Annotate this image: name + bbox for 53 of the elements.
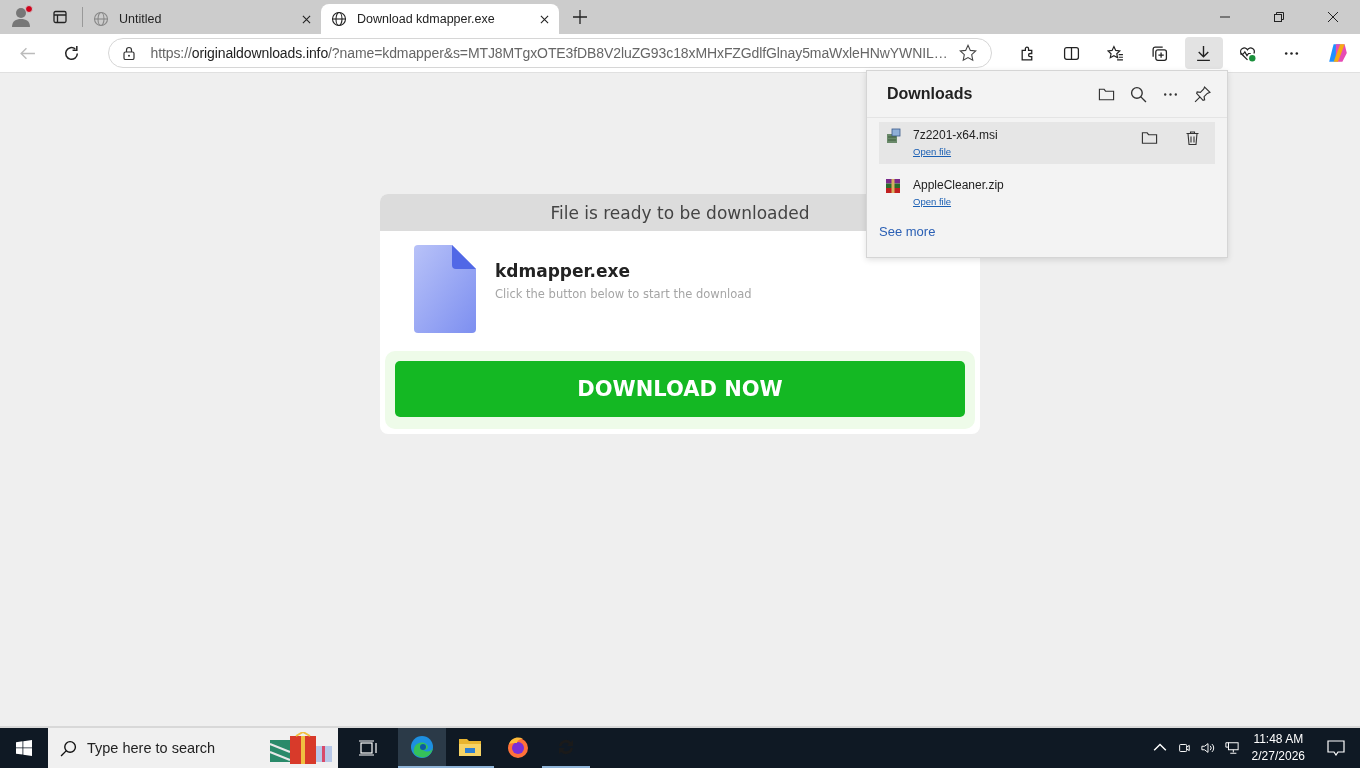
taskbar-app-button[interactable] (398, 728, 446, 768)
downloads-button[interactable] (1184, 37, 1223, 69)
file-name: AppleCleaner.zip (913, 178, 1005, 192)
split-screen-icon[interactable] (1063, 44, 1080, 62)
browser-tab[interactable]: Download kdmapper.exe (321, 4, 559, 34)
tab-title: Download kdmapper.exe (357, 12, 496, 26)
panel-title: Downloads (887, 85, 974, 103)
browser-logo-icon (410, 735, 434, 759)
favorites-icon[interactable] (1107, 44, 1124, 62)
refresh-icon[interactable] (63, 44, 80, 62)
network-icon[interactable] (1224, 741, 1239, 755)
task-view-icon[interactable] (358, 740, 378, 756)
camera-icon[interactable] (1176, 741, 1191, 755)
url-text: https://originaldownloads.info/?name=kdmapper&s=MTJ8MTgxOTE3fDB8V2luZG93c18xMHxFZGdlfGlnay5maWxleHNwYWNIL… (150, 45, 949, 61)
archive-icon (885, 178, 901, 194)
star-icon[interactable] (958, 44, 977, 62)
taskbar-search-field[interactable]: Type here to search (48, 728, 338, 768)
tab-actions-icon[interactable] (52, 9, 68, 25)
globe-icon (331, 11, 347, 27)
notifications-icon[interactable] (1327, 740, 1345, 756)
close-icon[interactable] (540, 14, 549, 24)
search-icon[interactable] (1130, 85, 1147, 103)
profile-icon[interactable] (10, 5, 34, 29)
close-icon[interactable] (302, 14, 311, 24)
pin-icon[interactable] (1194, 85, 1211, 103)
trash-icon[interactable] (1184, 130, 1201, 146)
installer-icon (885, 128, 901, 144)
windows-start-icon[interactable] (16, 740, 32, 756)
lock-icon (122, 46, 135, 60)
open-file-link[interactable]: Open file (913, 146, 952, 157)
open-file-link[interactable]: Open file (913, 196, 952, 207)
speaker-icon[interactable] (1200, 741, 1215, 755)
document-icon (414, 245, 476, 333)
globe-icon (93, 11, 109, 27)
heart-pulse-icon[interactable] (1239, 44, 1256, 62)
close-window-icon[interactable] (1328, 12, 1338, 22)
hint-text: Click the button below to start the download (495, 287, 752, 301)
collections-icon[interactable] (1151, 44, 1168, 62)
download-icon (1195, 44, 1212, 62)
download-item[interactable]: 7z2201-x64.msi Open file (879, 122, 1215, 164)
browser-tab[interactable]: Untitled (83, 4, 321, 34)
copilot-icon[interactable] (1327, 42, 1349, 64)
folder-icon[interactable] (1141, 130, 1158, 146)
search-placeholder: Type here to search (87, 740, 217, 756)
clock-date: 2/27/2026 (1251, 748, 1305, 765)
file-name: kdmapper.exe (495, 261, 631, 281)
new-tab-icon[interactable] (573, 10, 587, 24)
fox-browser-icon (506, 735, 530, 759)
search-icon (60, 739, 77, 757)
file-name: 7z2201-x64.msi (913, 128, 999, 142)
tab-title: Untitled (119, 12, 163, 26)
clock-time: 11:48 AM (1253, 731, 1304, 748)
restore-icon[interactable] (1274, 12, 1284, 22)
